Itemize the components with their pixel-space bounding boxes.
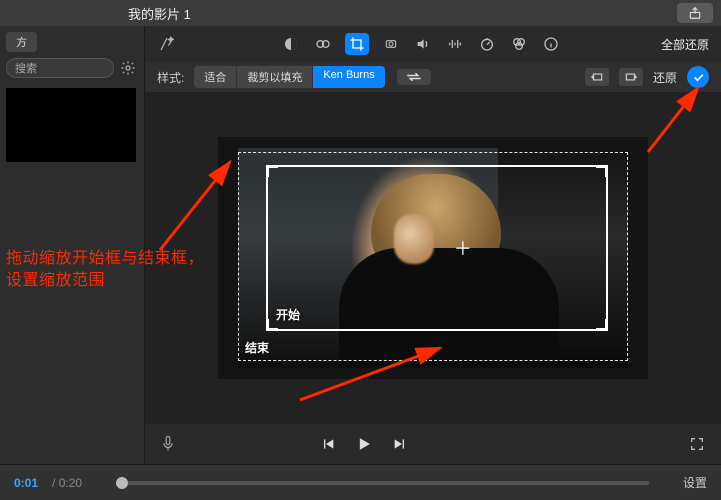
share-button[interactable] bbox=[677, 3, 713, 23]
noise-reduction-icon[interactable] bbox=[445, 34, 465, 54]
library-tab[interactable]: 方 bbox=[6, 32, 37, 52]
gear-icon[interactable] bbox=[118, 58, 138, 78]
library-panel: 方 搜索 bbox=[0, 26, 145, 464]
timeline-bar: 0:01 / 0:20 设置 bbox=[0, 464, 721, 500]
mic-icon[interactable] bbox=[161, 435, 179, 453]
color-correction-icon[interactable] bbox=[313, 34, 333, 54]
info-icon[interactable] bbox=[541, 34, 561, 54]
time-duration: / 0:20 bbox=[52, 476, 82, 490]
zoom-slider[interactable] bbox=[116, 481, 649, 485]
next-button[interactable] bbox=[392, 436, 408, 452]
swap-button[interactable] bbox=[397, 69, 431, 85]
project-title: 我的影片 1 bbox=[128, 4, 191, 23]
rotate-ccw-button[interactable] bbox=[585, 68, 609, 86]
video-frame[interactable]: 结束 开始 ＋ bbox=[218, 137, 648, 379]
search-input[interactable]: 搜索 bbox=[6, 58, 114, 78]
crosshair-icon: ＋ bbox=[454, 235, 472, 261]
fullscreen-icon[interactable] bbox=[689, 436, 705, 452]
time-current: 0:01 bbox=[14, 476, 38, 490]
color-balance-icon[interactable] bbox=[281, 34, 301, 54]
stabilization-icon[interactable] bbox=[381, 34, 401, 54]
apply-button[interactable] bbox=[687, 66, 709, 88]
settings-button[interactable]: 设置 bbox=[683, 474, 707, 491]
inspector-toolstrip: 全部还原 bbox=[145, 26, 721, 62]
kenburns-start-box[interactable]: 开始 ＋ bbox=[266, 165, 608, 331]
auto-enhance-icon[interactable] bbox=[157, 34, 177, 54]
play-button[interactable] bbox=[354, 434, 374, 454]
filter-icon[interactable] bbox=[509, 34, 529, 54]
restore-all-button[interactable]: 全部还原 bbox=[661, 36, 709, 53]
crop-icon[interactable] bbox=[345, 33, 369, 55]
viewer: 结束 开始 ＋ bbox=[145, 92, 721, 424]
seg-kenburns[interactable]: Ken Burns bbox=[313, 66, 384, 88]
crop-options: 样式: 适合 裁剪以填充 Ken Burns 还原 bbox=[145, 62, 721, 92]
annotation-text: 拖动缩放开始框与结束框，设置缩放范围 bbox=[6, 248, 204, 292]
seg-fit[interactable]: 适合 bbox=[194, 66, 237, 88]
seg-fill[interactable]: 裁剪以填充 bbox=[237, 66, 313, 88]
transport-bar bbox=[145, 424, 721, 464]
prev-button[interactable] bbox=[320, 436, 336, 452]
end-label: 结束 bbox=[245, 339, 269, 356]
clip-thumbnail[interactable] bbox=[6, 88, 136, 162]
reset-button[interactable]: 还原 bbox=[653, 69, 677, 86]
style-label: 样式: bbox=[157, 69, 184, 86]
speed-icon[interactable] bbox=[477, 34, 497, 54]
crop-style-segment[interactable]: 适合 裁剪以填充 Ken Burns bbox=[194, 66, 384, 88]
rotate-cw-button[interactable] bbox=[619, 68, 643, 86]
volume-icon[interactable] bbox=[413, 34, 433, 54]
start-label: 开始 bbox=[276, 306, 300, 323]
